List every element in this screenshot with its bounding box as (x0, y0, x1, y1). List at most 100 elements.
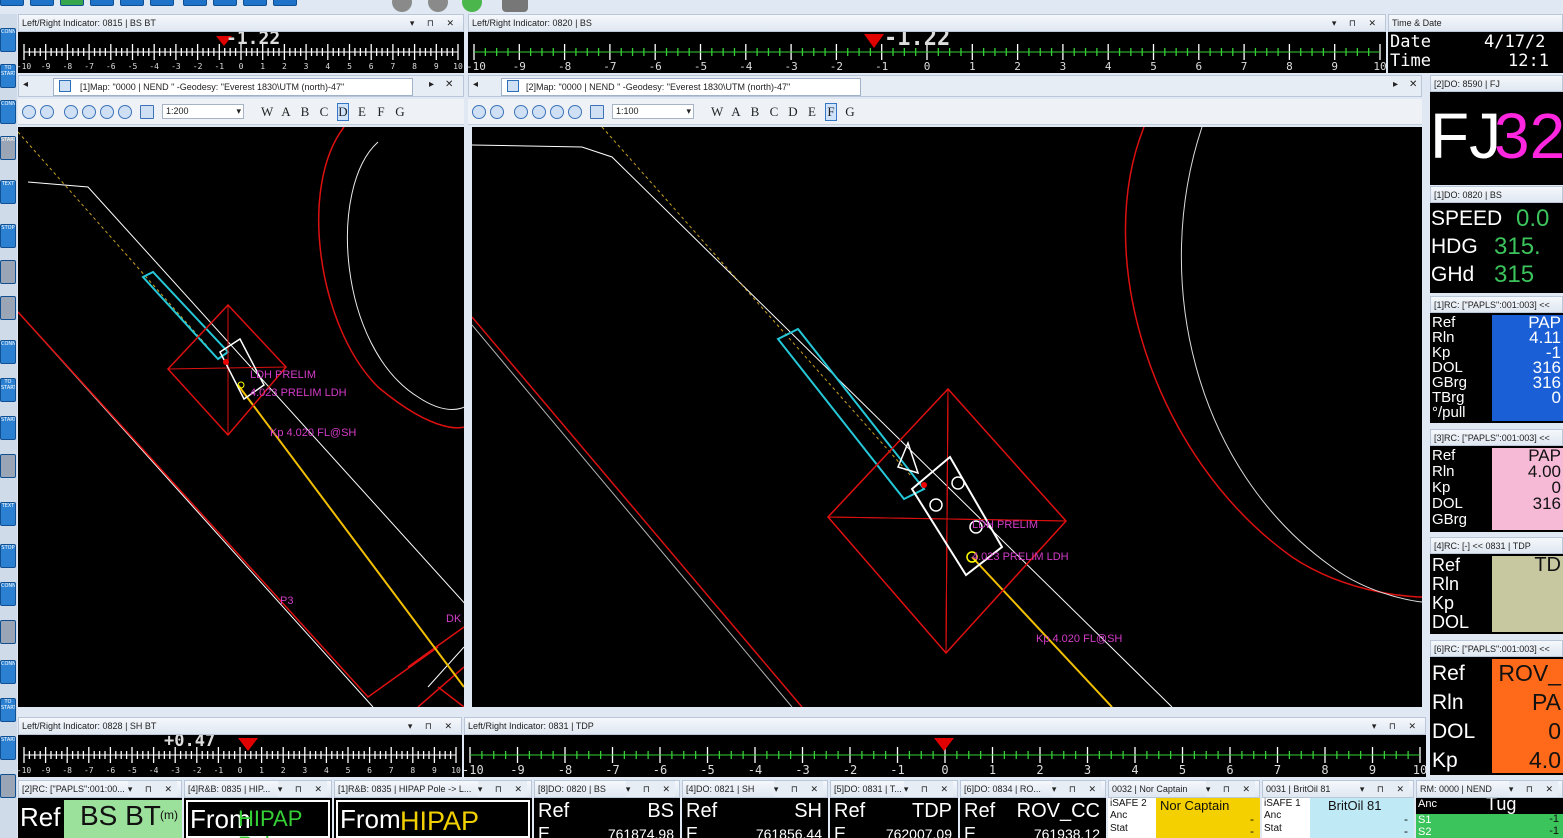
gray-circle-icon[interactable] (392, 0, 412, 12)
time-date-title-bar[interactable]: Time & Date (1388, 14, 1563, 32)
gray-button[interactable] (0, 774, 16, 798)
zoom-out-icon[interactable] (100, 104, 114, 119)
indicator-title-bar[interactable]: Left/Right Indicator: 0831 | TDP ▾ ⊓ ✕ (464, 717, 1426, 735)
gray-circle-icon[interactable] (428, 0, 448, 12)
layer-g-button[interactable]: G (844, 104, 856, 120)
window-controls[interactable]: ▾ ⊓ ✕ (1332, 15, 1381, 31)
start-button[interactable]: START (0, 136, 16, 160)
layer-a-button[interactable]: A (280, 104, 292, 120)
window-controls[interactable]: ▾ ⊓ ✕ (1051, 781, 1101, 797)
window-controls[interactable]: ▾ ⊓ ✕ (1205, 781, 1255, 797)
layer-w-button[interactable]: W (261, 104, 273, 120)
gray-button[interactable] (0, 296, 16, 320)
gray-button[interactable] (0, 620, 16, 644)
toolbar-button[interactable] (30, 0, 54, 6)
zoom-icon[interactable] (514, 104, 528, 119)
window-controls[interactable]: ▾ ⊓ ✕ (903, 781, 953, 797)
zoom-extent-icon[interactable] (568, 104, 582, 119)
window-controls[interactable]: ▾ ⊓ ✕ (1508, 781, 1558, 797)
tab-scroll-right-icon[interactable]: ▸ (1393, 79, 1398, 90)
panel-title-bar[interactable]: [4]RC: [-] << 0831 | TDP (1430, 537, 1563, 554)
panel-title-bar[interactable]: [6]DO: 0834 | RO... ▾ ⊓ ✕ (960, 780, 1106, 798)
grid-icon[interactable] (140, 104, 154, 119)
map2-canvas[interactable]: LDH PRELIM 4.023 PRELIM LDH Kp 4.020 FL@… (472, 127, 1422, 707)
map2-tab[interactable]: [2]Map: "0000 | NEND " -Geodesy: "Everes… (501, 78, 861, 96)
layer-f-button[interactable]: F (825, 102, 837, 121)
layer-c-button[interactable]: C (768, 104, 780, 120)
text-button[interactable]: TEXT (0, 502, 16, 526)
to-start-button[interactable]: TO START (0, 378, 16, 402)
panel-title-bar[interactable]: [1]DO: 0820 | BS (1430, 186, 1563, 203)
zoom-in-icon[interactable] (82, 104, 96, 119)
close-icon[interactable]: ✕ (445, 79, 453, 90)
zoom-in-icon[interactable] (532, 104, 546, 119)
indicator-title-bar[interactable]: Left/Right Indicator: 0820 | BS ▾ ⊓ ✕ (468, 14, 1386, 32)
panel-title-bar[interactable]: RM: 0000 | NEND ▾ ⊓ ✕ (1416, 780, 1563, 798)
center-icon[interactable] (490, 104, 504, 119)
panel-title-bar[interactable]: [3]RC: ["PAPLS":001:003] << (1430, 429, 1563, 446)
layer-d-button[interactable]: D (787, 104, 799, 120)
layer-g-button[interactable]: G (394, 104, 406, 120)
zoom-icon[interactable] (64, 104, 78, 119)
window-controls[interactable]: ▾ ⊓ ✕ (277, 781, 327, 797)
layer-w-button[interactable]: W (711, 104, 723, 120)
panel-title-bar[interactable]: 0032 | Nor Captain ▾ ⊓ ✕ (1108, 780, 1260, 798)
panel-title-bar[interactable]: [1]RC: ["PAPLS":001:003] << (1430, 296, 1563, 313)
pan-icon[interactable] (22, 104, 36, 119)
pan-icon[interactable] (472, 104, 486, 119)
start-button[interactable]: START (0, 416, 16, 440)
text-button[interactable]: TEXT (0, 180, 16, 204)
layer-e-button[interactable]: E (356, 104, 368, 120)
stop-button[interactable]: STOP (0, 544, 16, 568)
panel-title-bar[interactable]: [4]DO: 0821 | SH ▾ ⊓ ✕ (682, 780, 828, 798)
toolbar-button[interactable] (243, 0, 268, 6)
start-button[interactable]: START (0, 736, 16, 760)
tab-scroll-left-icon[interactable]: ◂ (473, 79, 478, 90)
toolbar-button[interactable] (90, 0, 114, 6)
layer-b-button[interactable]: B (749, 104, 761, 120)
window-controls[interactable]: ▾ ⊓ ✕ (773, 781, 823, 797)
connect-button[interactable]: CONNECT (0, 340, 16, 364)
toolbar-button[interactable] (60, 0, 84, 6)
window-controls[interactable]: ▾ ⊓ ✕ (625, 781, 675, 797)
toolbar-button[interactable] (120, 0, 144, 6)
toolbar-button[interactable] (273, 0, 298, 6)
window-controls[interactable]: ▾ ⊓ ✕ (1372, 718, 1421, 734)
map1-canvas[interactable]: LDH PRELIM 4.023 PRELIM LDH Kp 4.020 FL@… (18, 127, 464, 707)
window-controls[interactable]: ▾ ⊓ ✕ (1359, 781, 1409, 797)
panel-title-bar[interactable]: [8]DO: 0820 | BS ▾ ⊓ ✕ (534, 780, 680, 798)
layer-b-button[interactable]: B (299, 104, 311, 120)
panel-title-bar[interactable]: 0031 | BritOil 81 ▾ ⊓ ✕ (1262, 780, 1414, 798)
connect-button[interactable]: CONNECT (0, 28, 16, 52)
indicator-title-bar[interactable]: Left/Right Indicator: 0815 | BS BT ▾ ⊓ ✕ (18, 14, 464, 32)
connect-button[interactable]: CONNECT (0, 582, 16, 606)
panel-title-bar[interactable]: [2]DO: 8590 | FJ (1430, 75, 1563, 92)
toolbar-button[interactable] (183, 0, 208, 6)
gray-button[interactable] (0, 260, 16, 284)
scale-select[interactable]: 1:100 (612, 104, 694, 119)
connect-button[interactable]: CONNECT (0, 660, 16, 684)
toolbar-button[interactable] (0, 0, 24, 6)
center-icon[interactable] (40, 104, 54, 119)
close-icon[interactable]: ✕ (1409, 79, 1417, 90)
to-start-button[interactable]: TO START (0, 64, 16, 88)
window-controls[interactable]: ▾ ⊓ ✕ (477, 781, 527, 797)
zoom-out-icon[interactable] (550, 104, 564, 119)
panel-title-bar[interactable]: [5]DO: 0831 | T... ▾ ⊓ ✕ (830, 780, 958, 798)
connect-button[interactable]: CONNECT (0, 100, 16, 124)
green-circle-icon[interactable] (462, 0, 482, 12)
layer-f-button[interactable]: F (375, 104, 387, 120)
indicator-title-bar[interactable]: Left/Right Indicator: 0828 | SH BT ▾ ⊓ ✕ (18, 717, 462, 735)
panel-title-bar[interactable]: [2]RC: ["PAPLS":001:00... ▾ ⊓ ✕ (18, 780, 182, 798)
toolbar-button[interactable] (213, 0, 238, 6)
panel-title-bar[interactable]: [6]RC: ["PAPLS":001:003] << (1430, 640, 1563, 657)
toolbar-button[interactable] (150, 0, 174, 6)
tab-scroll-right-icon[interactable]: ▸ (429, 79, 434, 90)
window-controls[interactable]: ▾ ⊓ ✕ (408, 718, 457, 734)
gray-button[interactable] (0, 454, 16, 478)
map1-tab[interactable]: [1]Map: "0000 | NEND " -Geodesy: "Everes… (53, 78, 413, 96)
tab-scroll-left-icon[interactable]: ◂ (23, 79, 28, 90)
stop-button[interactable]: STOP (0, 224, 16, 248)
layer-e-button[interactable]: E (806, 104, 818, 120)
camera-icon[interactable] (502, 0, 528, 12)
